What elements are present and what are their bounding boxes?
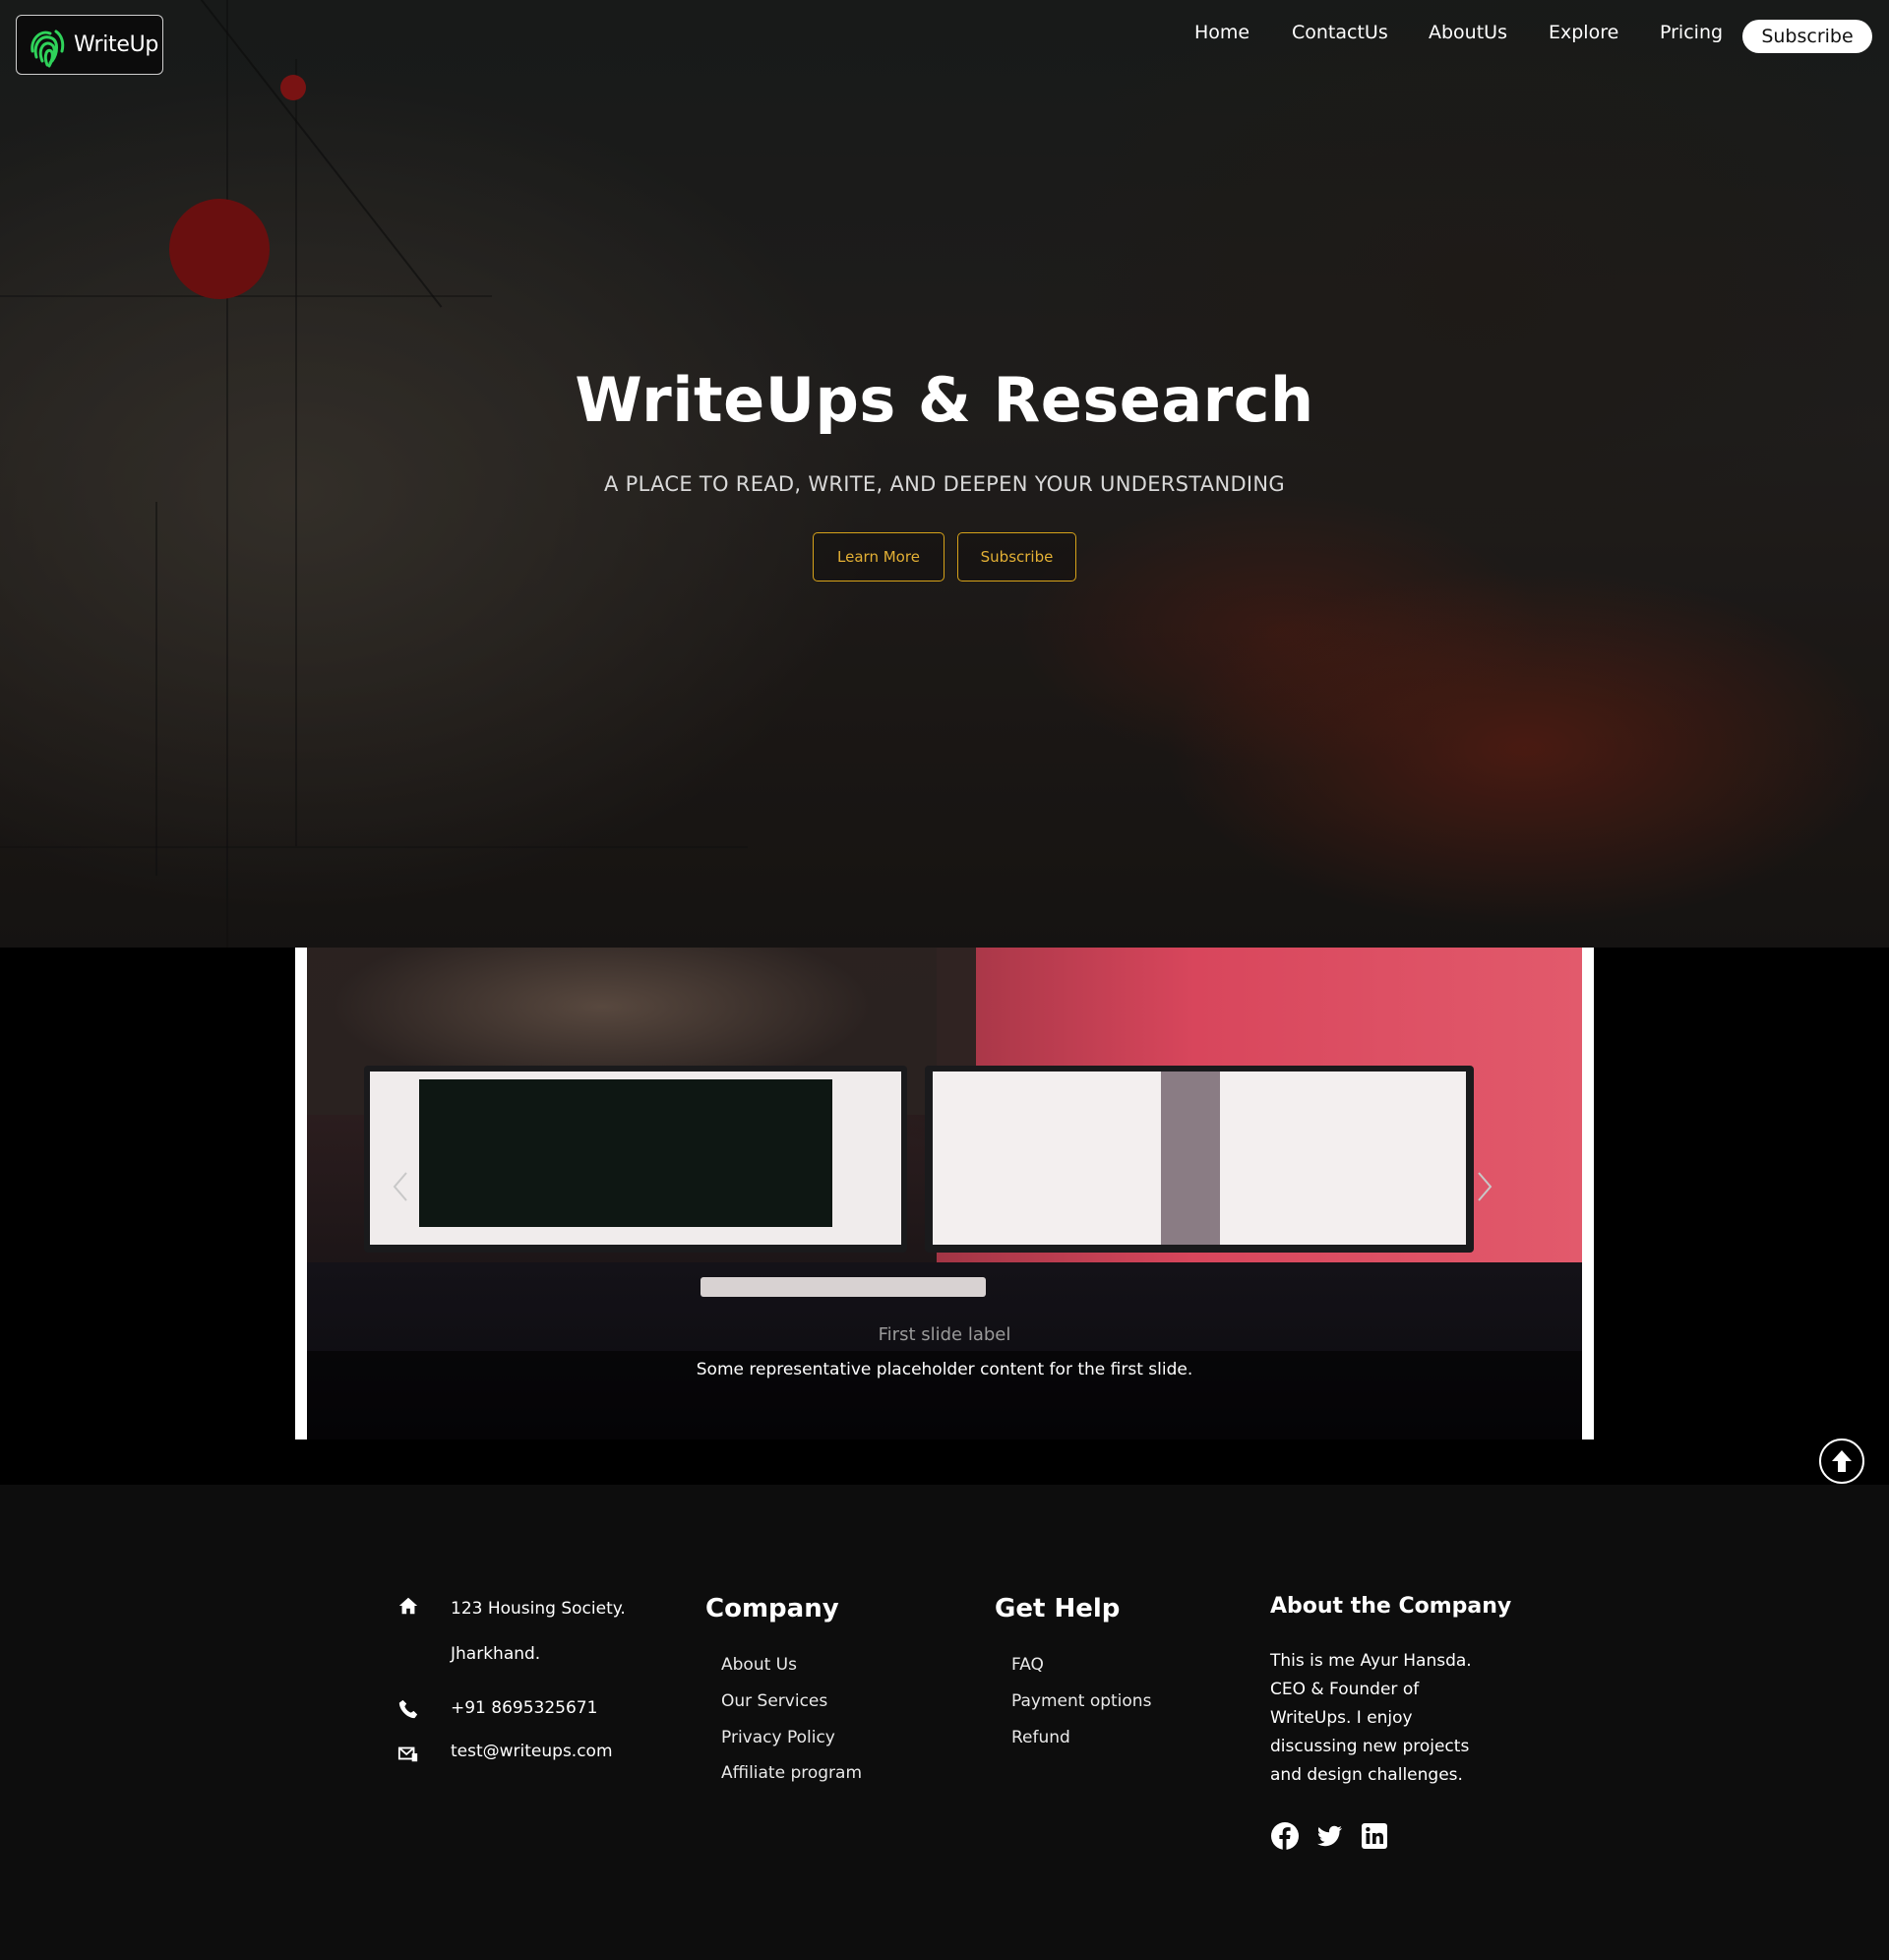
phone-number[interactable]: +91 8695325671 [451,1698,597,1718]
email-address[interactable]: test@writeups.com [451,1742,613,1761]
about-company-text: This is me Ayur Hansda. CEO & Founder of… [1270,1651,1472,1785]
facebook-icon [1271,1822,1299,1850]
hero-section: WriteUp Home ContactUs AboutUs Explore P… [0,0,1889,948]
footer-link-affiliate-program[interactable]: Affiliate program [721,1763,862,1783]
arrow-up-icon [1832,1450,1852,1472]
linkedin-link[interactable] [1360,1821,1389,1851]
slide-monitor-right [925,1066,1474,1253]
slide-caption: Some representative placeholder content … [696,1360,1193,1379]
learn-more-button[interactable]: Learn More [813,532,944,582]
footer-link-refund[interactable]: Refund [1011,1728,1070,1747]
footer [0,1485,1889,1960]
footer-link-about-us[interactable]: About Us [721,1655,797,1675]
phone-icon [398,1699,418,1719]
company-heading: Company [705,1594,839,1623]
nav-aboutus[interactable]: AboutUs [1429,22,1507,43]
hero-title: WriteUps & Research [575,364,1314,436]
nav-home[interactable]: Home [1194,22,1249,43]
brand-logo[interactable]: WriteUp [16,15,163,75]
footer-link-privacy-policy[interactable]: Privacy Policy [721,1728,835,1747]
scroll-to-top-button[interactable] [1819,1439,1864,1484]
address-line2: Jharkhand. [451,1644,541,1664]
slide-keyboard [701,1277,986,1297]
twitter-icon [1317,1825,1342,1847]
chevron-right-icon [1478,1172,1493,1201]
get-help-heading: Get Help [995,1594,1121,1623]
footer-link-faq[interactable]: FAQ [1011,1655,1044,1675]
mailbox-icon [397,1746,418,1762]
slide-label: First slide label [878,1324,1011,1345]
hero-subscribe-button[interactable]: Subscribe [957,532,1076,582]
nav-pricing[interactable]: Pricing [1660,22,1723,43]
carousel-next-button[interactable] [1476,1171,1493,1211]
about-company-heading: About the Company [1270,1594,1512,1619]
linkedin-icon [1362,1823,1387,1849]
chevron-left-icon [393,1172,407,1201]
carousel-prev-button[interactable] [392,1171,409,1211]
twitter-link[interactable] [1314,1821,1344,1851]
slide-monitor-left [364,1066,907,1253]
facebook-link[interactable] [1270,1821,1300,1851]
nav-subscribe-button[interactable]: Subscribe [1742,20,1872,53]
address-line1: 123 Housing Society. [451,1599,626,1619]
nav-explore[interactable]: Explore [1549,22,1618,43]
footer-link-our-services[interactable]: Our Services [721,1691,827,1711]
fingerprint-logo-icon [30,30,65,67]
hero-subtitle: A PLACE TO READ, WRITE, AND DEEPEN YOUR … [603,472,1285,496]
brand-name: WriteUp [74,32,159,57]
home-icon [398,1597,418,1615]
nav-contactus[interactable]: ContactUs [1292,22,1388,43]
footer-link-payment-options[interactable]: Payment options [1011,1691,1151,1711]
